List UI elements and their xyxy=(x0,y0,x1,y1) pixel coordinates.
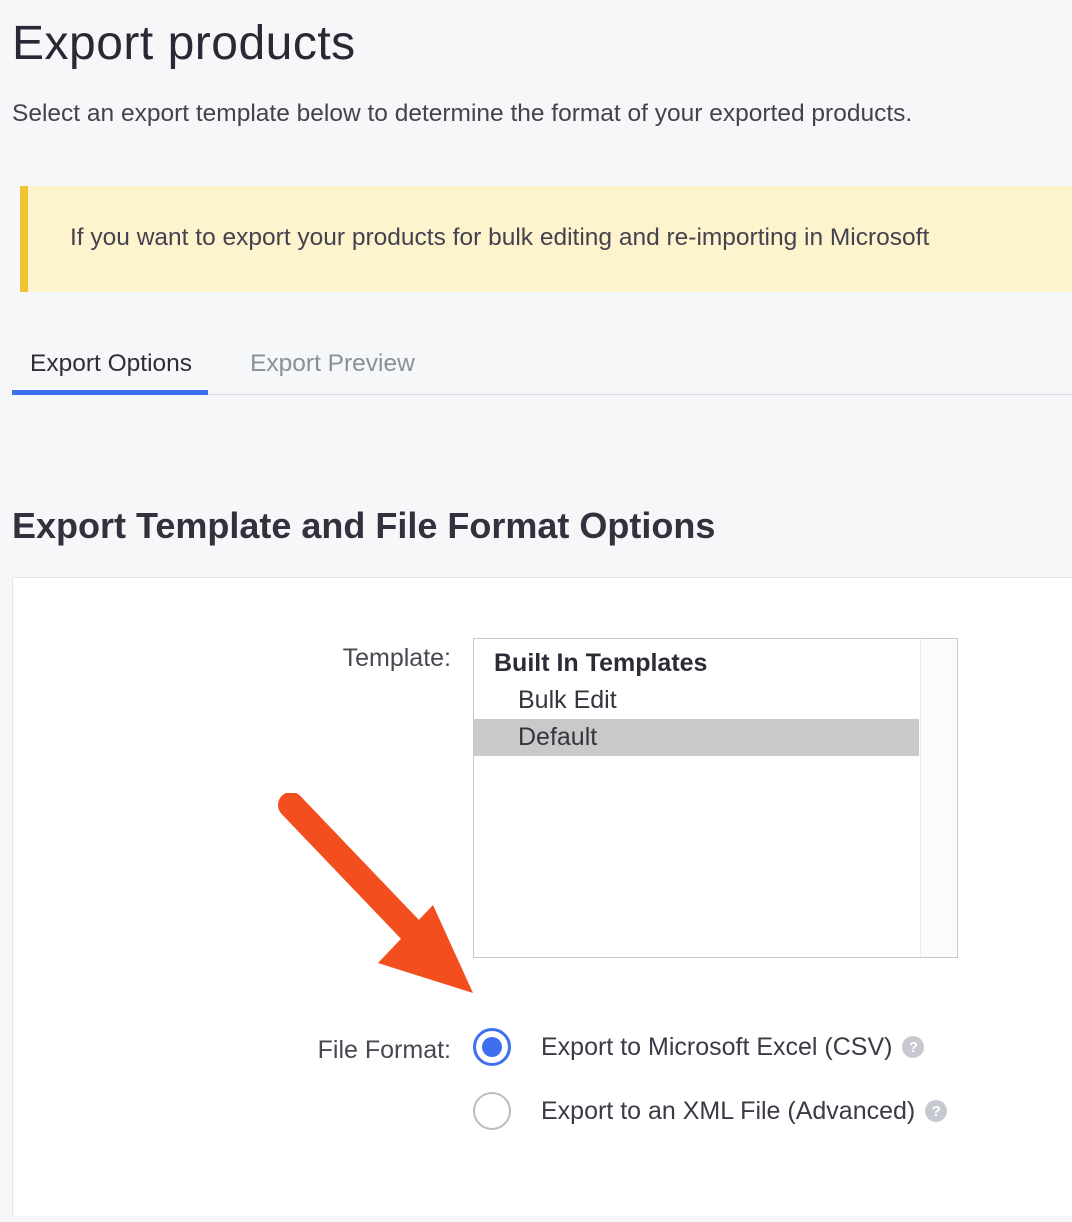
file-format-option-csv-label: Export to Microsoft Excel (CSV) xyxy=(541,1033,892,1062)
help-icon[interactable]: ? xyxy=(925,1100,947,1122)
radio-unchecked-icon[interactable] xyxy=(473,1092,511,1130)
template-label: Template: xyxy=(13,638,473,673)
page-title: Export products xyxy=(12,16,1072,71)
notice-banner: If you want to export your products for … xyxy=(20,186,1072,292)
tabs: Export Options Export Preview xyxy=(12,350,1072,395)
page-subtitle: Select an export template below to deter… xyxy=(12,97,1072,130)
file-format-radio-group: Export to Microsoft Excel (CSV) ? Export… xyxy=(473,1028,947,1156)
radio-checked-icon[interactable] xyxy=(473,1028,511,1066)
file-format-label: File Format: xyxy=(13,1028,473,1065)
file-format-option-xml[interactable]: Export to an XML File (Advanced) ? xyxy=(473,1092,947,1130)
template-option-default[interactable]: Default xyxy=(474,719,919,756)
template-option-bulk-edit[interactable]: Bulk Edit xyxy=(474,682,957,719)
file-format-option-csv[interactable]: Export to Microsoft Excel (CSV) ? xyxy=(473,1028,947,1066)
options-panel: Template: Built In Templates Bulk Edit D… xyxy=(12,577,1072,1216)
file-format-option-xml-label: Export to an XML File (Advanced) xyxy=(541,1097,915,1126)
section-title: Export Template and File Format Options xyxy=(12,505,1072,547)
template-select[interactable]: Built In Templates Bulk Edit Default xyxy=(473,638,958,958)
tab-export-preview[interactable]: Export Preview xyxy=(250,350,415,394)
help-icon[interactable]: ? xyxy=(902,1036,924,1058)
template-optgroup-label: Built In Templates xyxy=(474,639,957,682)
tab-export-options[interactable]: Export Options xyxy=(30,350,192,394)
